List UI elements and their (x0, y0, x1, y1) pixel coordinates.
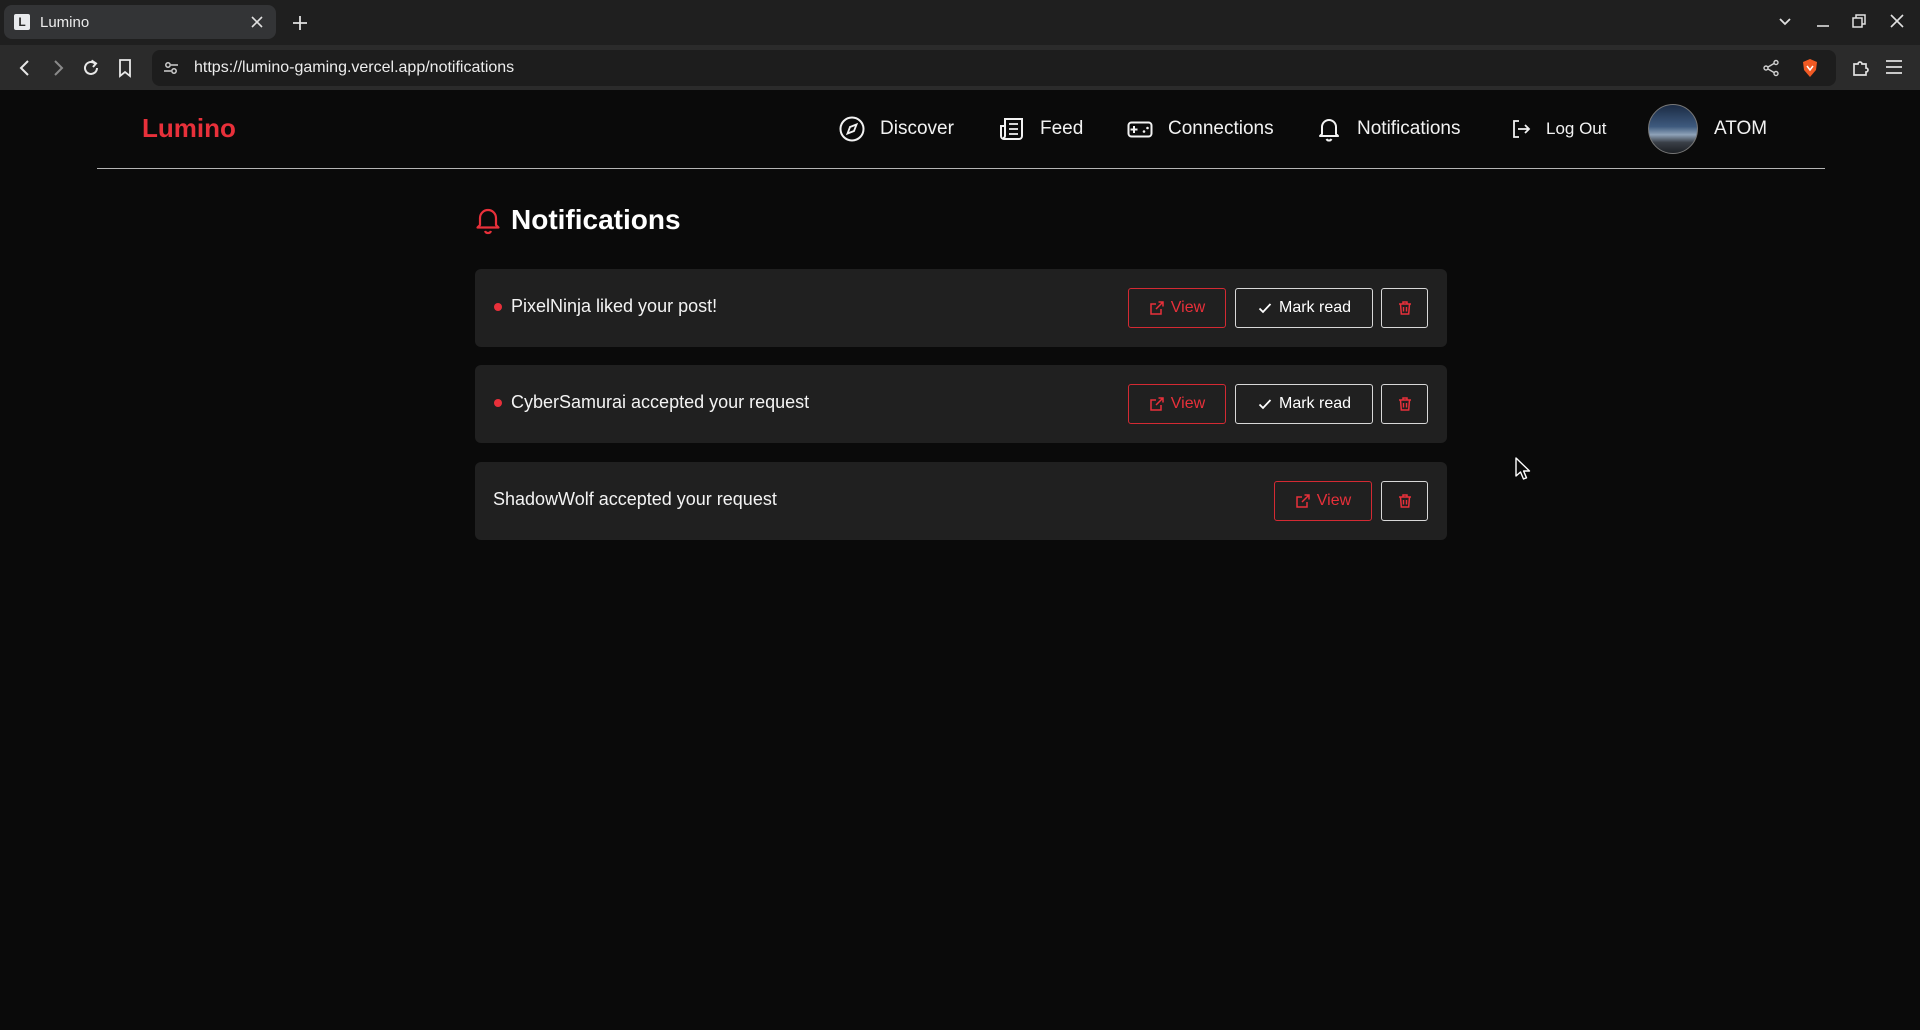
new-tab-button[interactable] (290, 13, 310, 33)
page-heading: Notifications (475, 204, 681, 236)
bell-icon (1315, 115, 1343, 143)
delete-button[interactable] (1381, 481, 1428, 521)
nav-label: Log Out (1546, 119, 1607, 138)
view-button-label: View (1316, 492, 1352, 509)
logout-icon (1510, 118, 1532, 140)
notification-item: CyberSamurai accepted your request View … (475, 365, 1447, 443)
nav-notifications[interactable]: Notifications (1315, 114, 1461, 144)
address-bar[interactable]: https://lumino-gaming.vercel.app/notific… (152, 50, 1836, 86)
notification-item: PixelNinja liked your post! View Mark re… (475, 269, 1447, 347)
trash-icon (1397, 493, 1413, 509)
check-icon (1257, 300, 1273, 316)
nav-discover[interactable]: Discover (838, 114, 954, 144)
mark-read-button[interactable]: Mark read (1235, 288, 1373, 328)
notification-text: CyberSamurai accepted your request (511, 392, 810, 412)
site-header: Lumino Discover Feed Connections Notific… (97, 90, 1825, 169)
page-title: Notifications (511, 204, 681, 235)
nav-connections[interactable]: Connections (1126, 114, 1274, 144)
trash-icon (1397, 396, 1413, 412)
mark-read-button-label: Mark read (1278, 395, 1352, 412)
reload-icon[interactable] (80, 57, 102, 79)
browser-tab-bar: L Lumino (0, 0, 1920, 45)
notification-text: ShadowWolf accepted your request (493, 489, 777, 509)
mouse-cursor-icon (1514, 456, 1532, 482)
external-link-icon (1149, 300, 1165, 316)
close-icon[interactable] (248, 13, 266, 31)
nav-label: Feed (1040, 118, 1084, 139)
mark-read-button-label: Mark read (1278, 299, 1352, 316)
share-icon[interactable] (1762, 59, 1780, 77)
notification-text: PixelNinja liked your post! (511, 296, 718, 316)
delete-button[interactable] (1381, 384, 1428, 424)
back-icon[interactable] (14, 57, 36, 79)
tab-favicon-icon: L (14, 14, 30, 30)
window-close-icon[interactable] (1889, 13, 1905, 29)
site-logo[interactable]: Lumino (142, 113, 236, 144)
view-button[interactable]: View (1128, 288, 1226, 328)
extensions-icon[interactable] (1850, 56, 1872, 78)
view-button-label: View (1170, 395, 1206, 412)
notification-item: ShadowWolf accepted your request View (475, 462, 1447, 540)
newspaper-icon (998, 115, 1026, 143)
minimize-icon[interactable] (1815, 13, 1831, 29)
forward-icon[interactable] (47, 57, 69, 79)
avatar[interactable] (1648, 104, 1698, 154)
nav-label: Connections (1168, 118, 1274, 139)
nav-label: Notifications (1357, 118, 1461, 139)
username[interactable]: ATOM (1714, 118, 1767, 140)
external-link-icon (1295, 493, 1311, 509)
menu-icon[interactable] (1884, 57, 1904, 77)
unread-indicator (494, 399, 502, 407)
trash-icon (1397, 300, 1413, 316)
url-text[interactable]: https://lumino-gaming.vercel.app/notific… (194, 59, 514, 77)
bell-icon (475, 205, 501, 235)
restore-icon[interactable] (1851, 13, 1867, 29)
check-icon (1257, 396, 1273, 412)
brave-shield-icon[interactable] (1800, 58, 1820, 78)
browser-toolbar: https://lumino-gaming.vercel.app/notific… (0, 45, 1920, 90)
browser-tab[interactable]: L Lumino (4, 5, 276, 39)
bookmark-icon[interactable] (114, 57, 136, 79)
gamepad-icon (1126, 115, 1154, 143)
unread-indicator (494, 303, 502, 311)
view-button-label: View (1170, 299, 1206, 316)
view-button[interactable]: View (1128, 384, 1226, 424)
nav-logout[interactable]: Log Out (1510, 114, 1607, 144)
delete-button[interactable] (1381, 288, 1428, 328)
site-settings-icon[interactable] (162, 59, 180, 77)
external-link-icon (1149, 396, 1165, 412)
tab-title: Lumino (40, 13, 90, 31)
nav-feed[interactable]: Feed (998, 114, 1083, 144)
view-button[interactable]: View (1274, 481, 1372, 521)
compass-icon (838, 115, 866, 143)
nav-label: Discover (880, 118, 954, 139)
mark-read-button[interactable]: Mark read (1235, 384, 1373, 424)
chevron-down-icon[interactable] (1777, 13, 1793, 29)
